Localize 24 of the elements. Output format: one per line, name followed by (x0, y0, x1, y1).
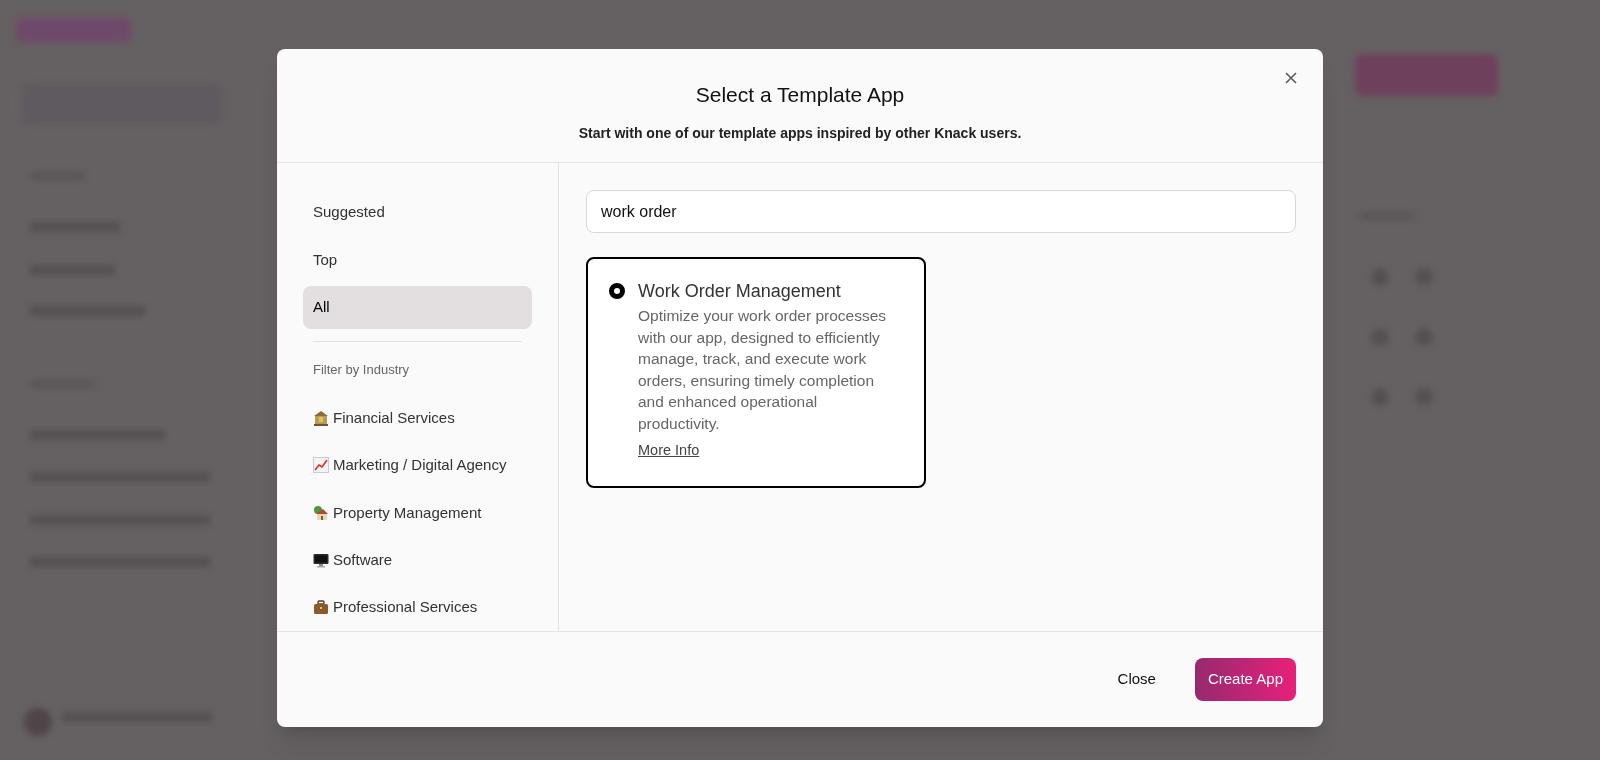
dialog-title: Select a Template App (695, 82, 905, 109)
industry-filter[interactable]: Professional Services (303, 583, 532, 631)
category-tab[interactable]: All (303, 285, 532, 330)
create-app-button[interactable]: Create App (1194, 658, 1296, 701)
template-description: Optimize your work order processes with our app, designed to efficiently manage, track, and execute work orders, ensuring timely completion and enhanced operational productivity. (638, 306, 888, 434)
industry-filter[interactable]: Software (303, 536, 532, 584)
radio-button[interactable] (609, 283, 625, 299)
filter-heading: Filter by Industry (312, 361, 411, 379)
monitor-icon (313, 552, 329, 569)
house-icon (313, 504, 329, 521)
industry-filter[interactable]: Financial Services (303, 394, 532, 442)
close-button[interactable]: Close (1109, 660, 1164, 699)
briefcase-icon (313, 599, 329, 616)
template-title: Work Order Management (638, 281, 842, 301)
bank-icon (313, 410, 329, 427)
industry-filter[interactable]: Property Management (303, 489, 532, 537)
category-tab[interactable]: Suggested (303, 191, 532, 235)
category-tab[interactable]: Top (303, 238, 532, 282)
industry-filter[interactable]: Marketing / Digital Agency (303, 441, 532, 490)
search-field[interactable]: work order (586, 190, 1296, 233)
template-card[interactable] (586, 257, 926, 488)
dialog-subtitle: Start with one of our template apps inspired by other Knack users. (578, 123, 1022, 143)
more-info-link[interactable]: More Info (638, 440, 700, 462)
chart-icon (313, 457, 329, 474)
